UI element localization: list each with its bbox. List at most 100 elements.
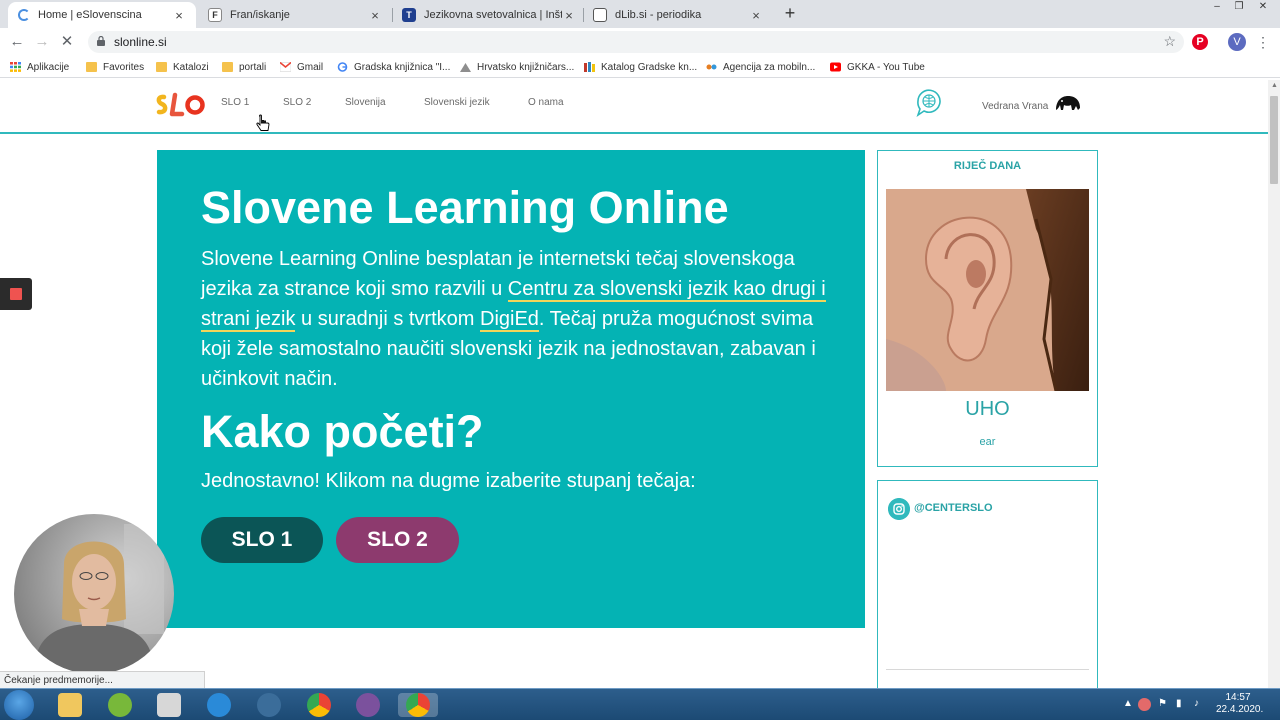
nav-slovenija[interactable]: Slovenija	[345, 97, 386, 108]
lock-icon	[97, 36, 105, 46]
bookmark-star-icon[interactable]: ☆	[1163, 33, 1176, 50]
close-tab-icon[interactable]: ×	[749, 8, 763, 23]
chrome-icon[interactable]	[307, 693, 331, 717]
digied-link[interactable]: DigiEd	[480, 308, 539, 332]
status-bar: Čekanje predmemorije...	[0, 671, 205, 688]
bookmark-favorites[interactable]: Favorites	[86, 59, 144, 75]
tab-title: Home | eSlovenscina	[38, 9, 142, 21]
tray-app-icon[interactable]	[1138, 698, 1151, 711]
chrome-logo-icon	[406, 693, 430, 717]
close-window-button[interactable]: ✕	[1252, 0, 1274, 14]
site-header: SLO 1 SLO 2 Slovenija Slovenski jezik O …	[0, 80, 1268, 134]
maximize-window-button[interactable]: ❐	[1228, 0, 1250, 14]
nav-slo-1[interactable]: SLO 1	[221, 97, 249, 108]
tab-fran-iskanje[interactable]: F Fran/iskanje ×	[198, 2, 392, 28]
page-scrollbar[interactable]: ▲	[1268, 80, 1280, 688]
pinterest-extension-icon[interactable]: P	[1192, 34, 1208, 50]
minimize-window-button[interactable]: –	[1206, 0, 1228, 14]
stop-loading-icon[interactable]: ✕	[58, 33, 76, 51]
bookmark-katalozi[interactable]: Katalozi	[156, 59, 209, 75]
file-explorer-icon[interactable]	[58, 693, 82, 717]
bookmark-hrvatsko-knjiznicarsko[interactable]: Hrvatsko knjižničars...	[460, 59, 574, 75]
close-tab-icon[interactable]: ×	[172, 8, 186, 23]
scrollbar-thumb[interactable]	[1270, 96, 1278, 184]
ear-photo	[886, 189, 1089, 391]
tray-volume-icon[interactable]: ♪	[1194, 698, 1199, 709]
tab-title: Jezikovna svetovalnica | Inštitut z	[424, 9, 562, 21]
browser-toolbar: ← → ✕ slonline.si ☆	[0, 28, 1280, 56]
browser-menu-icon[interactable]: ⋮	[1256, 33, 1270, 51]
viber-icon[interactable]	[356, 693, 380, 717]
bookmark-katalog-gradske[interactable]: Katalog Gradske kn...	[584, 59, 697, 75]
nav-o-nama[interactable]: O nama	[528, 97, 564, 108]
bookmark-agencija[interactable]: Agencija za mobiln...	[706, 59, 815, 75]
bookmark-aplikacije[interactable]: Aplikacije	[10, 59, 69, 75]
tab-home-eslovenscina[interactable]: Home | eSlovenscina ×	[8, 2, 196, 28]
bookmark-label: Gradska knjižnica "I...	[354, 61, 451, 73]
bookmark-gradska-knjiznica[interactable]: Gradska knjižnica "I...	[337, 59, 450, 75]
profile-avatar-icon[interactable]: V	[1228, 33, 1246, 51]
bookmark-label: Aplikacije	[27, 61, 70, 73]
agency-logo-icon	[706, 64, 717, 70]
bookmark-label: Favorites	[103, 61, 145, 73]
instagram-icon[interactable]	[888, 498, 910, 520]
new-tab-button[interactable]: +	[779, 4, 801, 24]
instagram-handle[interactable]: @CENTERSLO	[914, 502, 993, 514]
tray-overflow-icon[interactable]: ▲	[1123, 698, 1133, 709]
choose-level-text: Jednostavno! Klikom na dugme izaberite s…	[201, 470, 696, 492]
hero-intro: Slovene Learning Online besplatan je int…	[201, 244, 831, 394]
nav-slovenski-jezik[interactable]: Slovenski jezik	[424, 97, 490, 108]
back-arrow-icon[interactable]: ←	[8, 33, 26, 51]
catalog-books-icon	[584, 62, 595, 72]
internet-explorer-icon[interactable]	[207, 693, 231, 717]
tab-dlib-periodika[interactable]: dLib.si - periodika ×	[583, 2, 773, 28]
apps-grid-icon	[10, 62, 21, 72]
bookmark-gmail[interactable]: Gmail	[280, 59, 323, 75]
tab-jezikovna-svetovalnica[interactable]: T Jezikovna svetovalnica | Inštitut z ×	[392, 2, 586, 28]
nav-slo-2[interactable]: SLO 2	[283, 97, 311, 108]
tab-title: dLib.si - periodika	[615, 9, 702, 21]
bookmark-label: Gmail	[297, 61, 324, 73]
bbs-app-icon[interactable]	[257, 693, 281, 717]
how-to-start-heading: Kako početi?	[201, 406, 484, 457]
folder-icon	[222, 62, 233, 72]
bookmark-portali[interactable]: portali	[222, 59, 266, 75]
chrome-active-window-icon[interactable]	[398, 693, 438, 717]
gmail-icon	[280, 62, 291, 72]
slo-1-button[interactable]: SLO 1	[201, 517, 323, 563]
slo-logo[interactable]	[155, 92, 207, 120]
bookmark-label: Hrvatsko knjižničars...	[477, 61, 575, 73]
slo-2-button[interactable]: SLO 2	[336, 517, 459, 563]
page-viewport: SLO 1 SLO 2 Slovenija Slovenski jezik O …	[0, 80, 1268, 688]
forward-arrow-icon[interactable]: →	[33, 33, 51, 51]
utorrent-icon[interactable]	[108, 693, 132, 717]
windows-start-button[interactable]	[4, 690, 34, 720]
calculator-icon[interactable]	[157, 693, 181, 717]
tray-flag-icon[interactable]: ⚑	[1158, 698, 1167, 709]
clock-date: 22.4.2020.	[1216, 704, 1264, 715]
tab-title: Fran/iskanje	[230, 9, 290, 21]
screen-recorder-widget[interactable]	[0, 278, 32, 310]
scroll-up-arrow-icon[interactable]: ▲	[1271, 82, 1278, 89]
close-tab-icon[interactable]: ×	[368, 8, 382, 23]
folder-icon	[156, 62, 167, 72]
hand-cursor-icon	[256, 114, 270, 131]
close-tab-icon[interactable]: ×	[562, 8, 576, 23]
bookmark-gkka-youtube[interactable]: GKKA - You Tube	[830, 59, 925, 75]
user-name[interactable]: Vedrana Vrana	[982, 101, 1048, 112]
intro-text-2: u suradnji s tvrtkom	[295, 308, 480, 330]
stop-recording-icon[interactable]	[10, 288, 22, 300]
taskbar-clock[interactable]: 14:57 22.4.2020.	[1216, 692, 1264, 716]
url-text: slonline.si	[114, 35, 167, 49]
bookmark-label: GKKA - You Tube	[847, 61, 925, 73]
elephant-avatar-icon[interactable]	[1054, 94, 1082, 112]
address-bar[interactable]: slonline.si ☆	[88, 31, 1184, 53]
bookmarks-bar: Aplikacije Favorites Katalozi portali Gm…	[0, 56, 1280, 78]
clock-time: 14:57	[1225, 692, 1251, 703]
tray-network-icon[interactable]: ▮	[1176, 698, 1182, 709]
loading-spinner-icon	[18, 9, 30, 21]
bookmark-label: Katalog Gradske kn...	[601, 61, 698, 73]
youtube-icon	[830, 62, 841, 72]
language-globe-icon[interactable]	[914, 89, 944, 117]
google-icon	[337, 62, 348, 72]
